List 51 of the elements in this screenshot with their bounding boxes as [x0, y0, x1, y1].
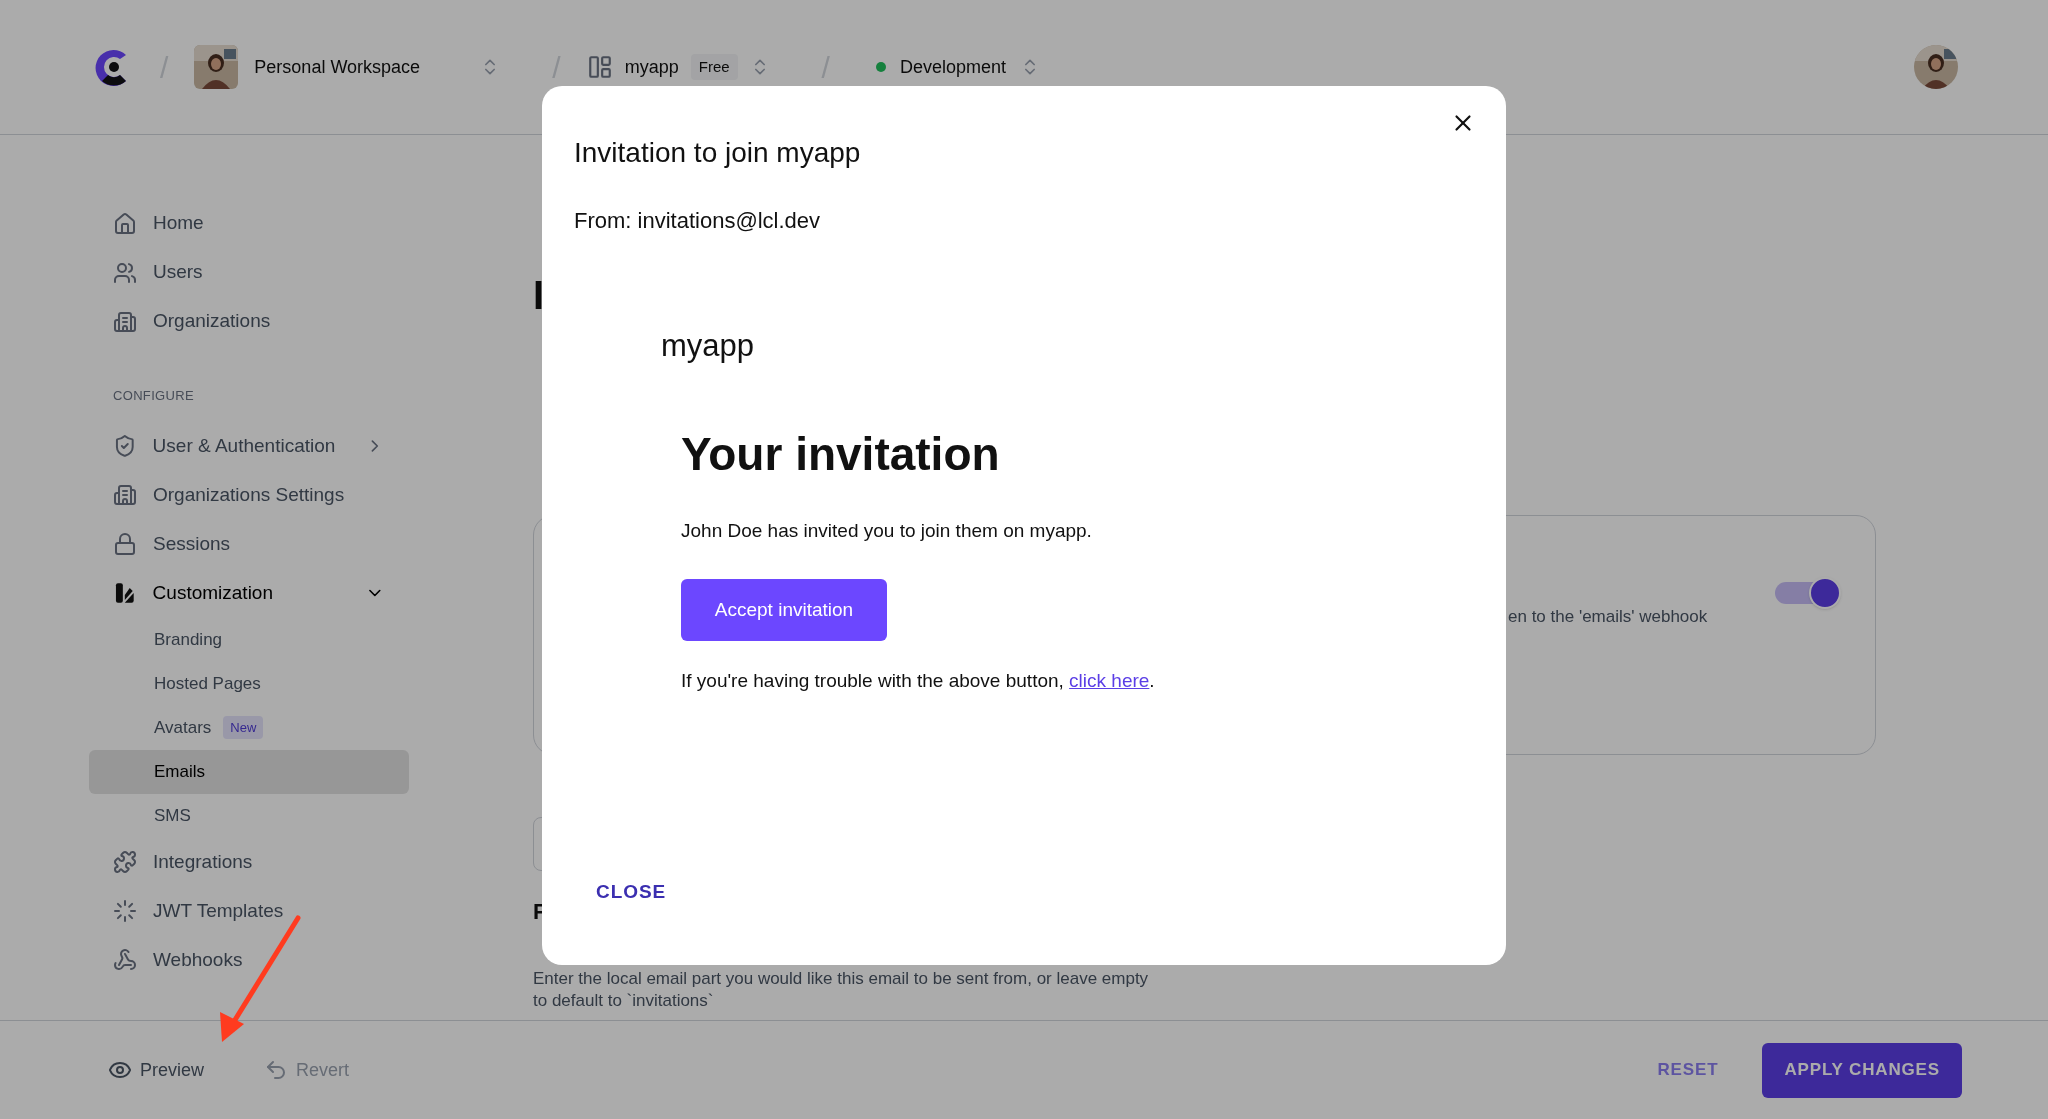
email-body: John Doe has invited you to join them on myapp. [681, 518, 1093, 543]
sidebar-item[interactable]: Webhooks [89, 935, 409, 985]
sidebar-subitem[interactable]: SMS [89, 793, 409, 838]
click-here-link[interactable]: click here [1069, 670, 1150, 691]
sidebar-item[interactable]: Home [89, 199, 409, 248]
sidebar-item[interactable]: Sessions [89, 519, 409, 569]
reset-button[interactable]: RESET [1657, 1057, 1719, 1083]
dialog-title: Invitation to join myapp [574, 136, 862, 170]
webhook-icon [113, 948, 137, 972]
breadcrumb-separator: / [552, 49, 561, 86]
building-icon [113, 309, 137, 334]
sidebar-item[interactable]: Organizations Settings [89, 470, 409, 520]
app-name[interactable]: myapp [624, 53, 679, 81]
sidebar-item[interactable]: Customization [89, 568, 409, 618]
plan-badge: Free [690, 53, 738, 81]
section-label: CONFIGURE [112, 387, 195, 405]
page-heading: I [533, 275, 546, 315]
app-icon [586, 54, 613, 80]
toggle-switch[interactable] [1775, 576, 1841, 610]
lock-icon [113, 532, 137, 556]
card-description: en to the 'emails' webhook [1508, 606, 1708, 628]
preview-button[interactable]: Preview [108, 1056, 205, 1084]
loader-icon [113, 899, 137, 923]
email-app-name: myapp [661, 327, 756, 365]
sidebar-subitem[interactable]: Branding [89, 617, 409, 662]
sidebar-item[interactable]: JWT Templates [89, 886, 409, 936]
shield-icon [113, 434, 137, 458]
sidebar-item[interactable]: User & Authentication [89, 421, 409, 471]
sender-address: From: invitations@lcl.dev [574, 207, 822, 235]
home-icon [113, 211, 137, 236]
building-icon [113, 483, 137, 507]
email-heading: Your invitation [681, 426, 1001, 482]
sidebar-item[interactable]: Users [89, 248, 409, 297]
workspace-name[interactable]: Personal Workspace [254, 53, 465, 81]
field-hint: Enter the local email part you would like this email to be sent from, or leave empty to default to `invitations` [533, 968, 1150, 1012]
users-icon [113, 260, 137, 285]
puzzle-icon [113, 850, 137, 874]
trouble-text: If you're having trouble with the above button, click here. [681, 669, 1156, 693]
sidebar-item[interactable]: Organizations [89, 297, 409, 346]
sidebar-subitem[interactable]: Emails [89, 749, 409, 794]
sidebar-subitem[interactable]: Avatars New [89, 705, 409, 750]
sidebar-subitem[interactable]: Hosted Pages [89, 661, 409, 706]
customization-icon [113, 581, 137, 605]
apply-changes-button[interactable]: APPLY CHANGES [1762, 1042, 1962, 1098]
accept-invitation-button[interactable]: Accept invitation [681, 579, 887, 641]
breadcrumb-separator: / [821, 49, 830, 86]
new-badge: New [223, 715, 264, 740]
sidebar-item[interactable]: Integrations [89, 837, 409, 887]
environment-name[interactable]: Development [899, 53, 1006, 81]
breadcrumb-separator: / [160, 49, 169, 86]
close-button[interactable]: CLOSE [596, 877, 667, 906]
